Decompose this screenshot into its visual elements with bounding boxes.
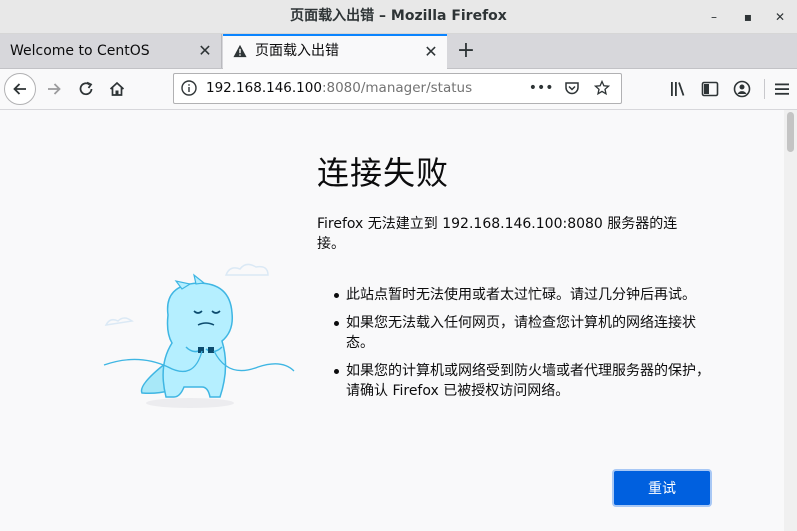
scrollbar-thumb[interactable] <box>787 112 794 152</box>
warning-icon <box>233 44 247 58</box>
page-actions-menu-icon[interactable]: ••• <box>528 74 554 103</box>
tab-close-icon[interactable]: ✕ <box>423 36 439 67</box>
error-suggestions-list: 此站点暂时无法使用或者太过忙碌。请过几分钟后再试。 如果您无法载入任何网页，请检… <box>332 285 710 409</box>
tab-strip: Welcome to CentOS ✕ 页面载入出错 ✕ + <box>0 34 797 69</box>
sidebar-icon[interactable] <box>700 79 720 99</box>
tab-close-icon[interactable]: ✕ <box>197 34 213 68</box>
back-icon <box>13 83 26 95</box>
list-item: 如果您的计算机或网络受到防火墙或者代理服务器的保护，请确认 Firefox 已被… <box>332 361 710 401</box>
url-path: :8080/manager/status <box>321 80 473 96</box>
dinosaur-illustration <box>103 263 295 408</box>
url-bar[interactable]: 192.168.146.100:8080/manager/status ••• <box>173 73 622 104</box>
pocket-icon[interactable] <box>559 74 585 103</box>
maximize-button[interactable]: ▪ <box>739 8 757 26</box>
menu-icon[interactable] <box>772 79 792 99</box>
url-text[interactable]: 192.168.146.100:8080/manager/status <box>206 74 472 103</box>
page-action-icons: ••• <box>528 74 615 103</box>
toolbar-separator <box>764 79 765 99</box>
forward-button[interactable] <box>38 73 70 105</box>
home-button[interactable] <box>101 73 133 105</box>
close-window-button[interactable]: ✕ <box>771 8 789 26</box>
tab-label: Welcome to CentOS <box>10 43 150 59</box>
account-icon[interactable] <box>732 79 752 99</box>
window-title: 页面载入出错 – Mozilla Firefox <box>290 8 507 24</box>
tab-label: 页面载入出错 <box>255 43 339 59</box>
navigation-toolbar: 192.168.146.100:8080/manager/status ••• <box>0 69 797 110</box>
url-host: 192.168.146.100 <box>206 80 322 96</box>
tab-page-load-error[interactable]: 页面载入出错 ✕ <box>223 34 447 69</box>
bookmark-star-icon[interactable] <box>589 74 615 103</box>
window-titlebar: 页面载入出错 – Mozilla Firefox – ▪ ✕ <box>0 0 797 34</box>
reload-icon <box>79 81 93 96</box>
error-description: Firefox 无法建立到 192.168.146.100:8080 服务器的连… <box>317 216 678 252</box>
home-icon <box>109 81 125 96</box>
tab-welcome-centos[interactable]: Welcome to CentOS ✕ <box>0 34 222 68</box>
error-title: 连接失败 <box>317 154 450 192</box>
list-item: 此站点暂时无法使用或者太过忙碌。请过几分钟后再试。 <box>332 285 710 305</box>
list-item: 如果您无法载入任何网页，请检查您计算机的网络连接状态。 <box>332 313 710 353</box>
minimize-button[interactable]: – <box>705 8 723 26</box>
vertical-scrollbar[interactable] <box>784 110 797 531</box>
retry-button[interactable]: 重试 <box>614 471 710 505</box>
library-icon[interactable] <box>668 79 688 99</box>
page-content: 连接失败 Firefox 无法建立到 192.168.146.100:8080 … <box>0 110 797 531</box>
forward-icon <box>48 83 61 95</box>
info-icon[interactable] <box>181 80 197 96</box>
reload-button[interactable] <box>70 73 102 105</box>
back-button[interactable] <box>4 73 36 105</box>
new-tab-button[interactable]: + <box>454 34 478 68</box>
